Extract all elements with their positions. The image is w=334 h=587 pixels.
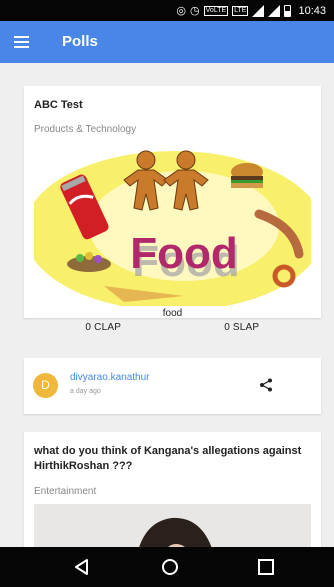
signal-icon xyxy=(268,4,281,17)
alarm-icon: ◷ xyxy=(190,3,200,17)
poll-category: Entertainment xyxy=(34,486,97,497)
back-icon[interactable] xyxy=(72,557,92,577)
hamburger-menu-icon[interactable] xyxy=(8,29,34,55)
battery-icon xyxy=(284,4,292,17)
nfc-icon: ◎ xyxy=(176,3,187,17)
status-time: 10:43 xyxy=(298,4,326,17)
poll-author-card: D divyarao.kanathur a day ago xyxy=(24,358,321,414)
poll-card[interactable]: ABC Test Products & Technology Food Food… xyxy=(24,86,321,333)
poll-option-image[interactable]: Food Food xyxy=(34,136,311,306)
page-title: Polls xyxy=(62,33,98,50)
divider xyxy=(34,318,311,319)
app-bar: Polls xyxy=(0,21,334,63)
poll-title: what do you think of Kangana's allegatio… xyxy=(34,445,302,472)
lte-icon: LTE xyxy=(232,5,249,16)
recents-icon[interactable] xyxy=(256,557,276,577)
navigation-bar xyxy=(0,547,334,587)
avatar[interactable]: D xyxy=(33,373,58,398)
share-icon[interactable] xyxy=(259,378,273,392)
posted-time: a day ago xyxy=(70,388,101,395)
home-icon[interactable] xyxy=(160,557,180,577)
author-name[interactable]: divyarao.kanathur xyxy=(70,372,150,383)
signal-icon xyxy=(252,4,265,17)
vote-row: 0 CLAP 0 SLAP xyxy=(34,322,311,333)
status-icons: ◎ ◷ VoLTE LTE 10:43 xyxy=(176,3,326,18)
poll-title: ABC Test xyxy=(34,99,83,111)
slap-button[interactable]: 0 SLAP xyxy=(173,322,312,333)
food-banner-text: Food xyxy=(130,229,238,278)
clap-button[interactable]: 0 CLAP xyxy=(34,322,173,333)
status-bar: ◎ ◷ VoLTE LTE 10:43 xyxy=(0,0,334,21)
volte-icon: VoLTE xyxy=(203,5,229,16)
poll-category: Products & Technology xyxy=(34,124,137,135)
